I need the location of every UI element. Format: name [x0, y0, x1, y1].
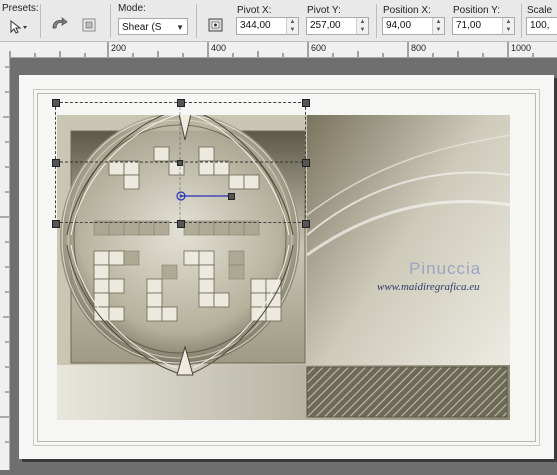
ruler-label: 600	[311, 43, 327, 53]
position-y-value: 71,00	[456, 20, 482, 31]
tool-options-bar: Presets: Mode: Shear (S ▼ Pivot X: 344,0…	[0, 0, 557, 42]
separator	[110, 4, 111, 38]
resize-handle-right[interactable]	[302, 159, 310, 167]
pivot-x-label: Pivot X:	[237, 5, 272, 16]
spin-arrows-icon[interactable]: ▲ ▼	[432, 18, 444, 34]
scale-label: Scale	[527, 5, 553, 16]
resize-handle-bottom-right[interactable]	[302, 220, 310, 228]
position-x-label: Position X:	[383, 5, 431, 16]
watermark-url: www.maidiregrafica.eu	[377, 281, 480, 293]
pivot-handle[interactable]	[177, 160, 183, 166]
mode-select[interactable]: Shear (S ▼	[118, 18, 188, 35]
ruler-label: 200	[111, 43, 127, 53]
chevron-down-icon: ▼	[176, 23, 184, 32]
mode-value: Shear (S	[122, 22, 162, 33]
vertical-ruler	[0, 57, 10, 470]
separator	[376, 4, 377, 38]
horizontal-ruler: 200 400 600 800 1000	[0, 42, 557, 58]
position-y-label: Position Y:	[453, 5, 501, 16]
pivot-y-value: 257,00	[310, 20, 341, 31]
position-x-input[interactable]: 94,00 ▲ ▼	[382, 17, 445, 35]
ruler-label: 800	[411, 43, 427, 53]
resize-handle-bottom-left[interactable]	[52, 220, 60, 228]
separator	[40, 4, 41, 38]
transform-icon	[82, 18, 96, 32]
spin-arrows-icon[interactable]: ▲ ▼	[356, 18, 368, 34]
position-x-value: 94,00	[386, 20, 412, 31]
presets-dropdown[interactable]	[8, 17, 30, 37]
pivot-icon	[208, 18, 223, 32]
resize-handle-top[interactable]	[177, 99, 185, 107]
resize-handle-left[interactable]	[52, 159, 60, 167]
rotation-handle[interactable]	[228, 193, 235, 200]
spin-arrows-icon[interactable]: ▲ ▼	[286, 18, 298, 34]
resize-handle-bottom[interactable]	[177, 220, 185, 228]
scale-input[interactable]: 100,	[526, 17, 557, 35]
separator	[196, 4, 197, 38]
presets-label: Presets:	[2, 3, 39, 14]
apply-button[interactable]	[78, 15, 100, 35]
ruler-ticks	[9, 42, 534, 57]
reset-button[interactable]	[48, 15, 70, 35]
vertical-ruler-ticks	[0, 66, 9, 443]
pivot-y-input[interactable]: 257,00 ▲ ▼	[306, 17, 369, 35]
ruler-label: 1000	[511, 43, 532, 53]
pivot-center-button[interactable]	[205, 15, 227, 35]
reset-icon	[52, 16, 68, 29]
spin-arrows-icon[interactable]: ▲ ▼	[502, 18, 514, 34]
scale-value: 100,	[530, 20, 550, 31]
pivot-x-value: 344,00	[240, 20, 271, 31]
ruler-label: 400	[211, 43, 227, 53]
pointer-icon	[10, 19, 27, 34]
watermark-name: Pinuccia	[409, 259, 482, 278]
pivot-x-input[interactable]: 344,00 ▲ ▼	[236, 17, 299, 35]
separator	[521, 4, 522, 38]
mode-label: Mode:	[118, 3, 146, 14]
resize-handle-top-left[interactable]	[52, 99, 60, 107]
pivot-y-label: Pivot Y:	[307, 5, 341, 16]
resize-handle-top-right[interactable]	[302, 99, 310, 107]
position-y-input[interactable]: 71,00 ▲ ▼	[452, 17, 515, 35]
